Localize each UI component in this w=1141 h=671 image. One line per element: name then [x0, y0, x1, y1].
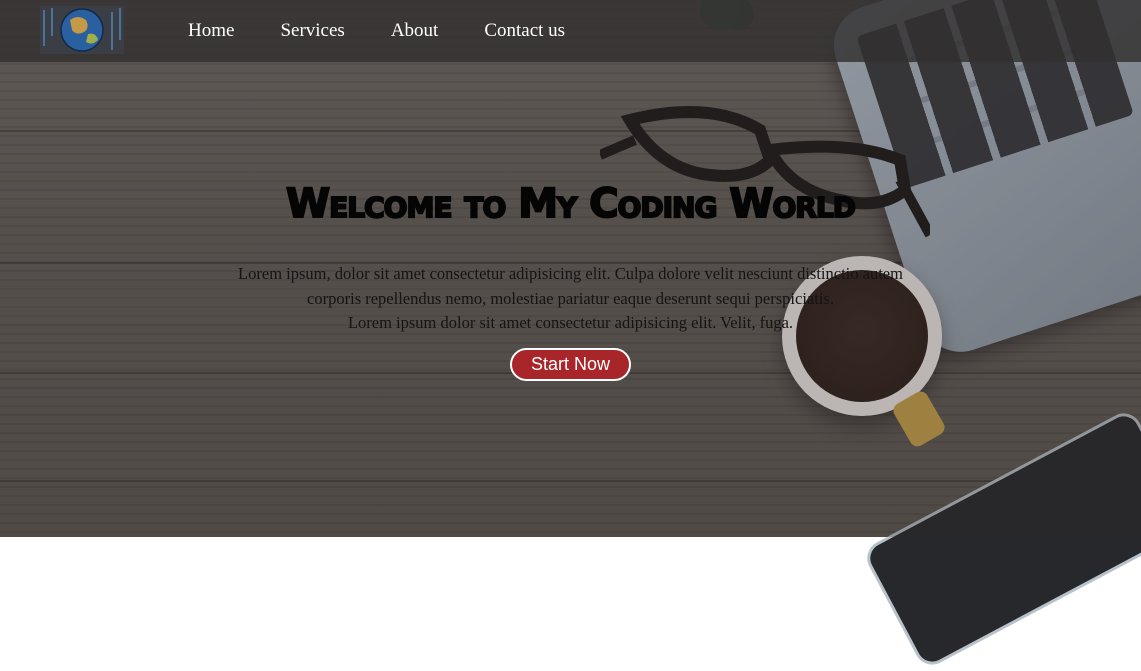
navbar: Home Services About Contact us [0, 0, 1141, 62]
hero-paragraph-line-1: Lorem ipsum, dolor sit amet consectetur … [238, 264, 903, 308]
nav-contact-link[interactable]: Contact us [484, 20, 565, 42]
nav-home-link[interactable]: Home [188, 20, 234, 42]
nav-services-link[interactable]: Services [280, 20, 344, 42]
nav-about-link[interactable]: About [391, 20, 439, 42]
start-now-button[interactable]: Start Now [509, 347, 632, 381]
nav-links: Home Services About Contact us [188, 0, 611, 62]
hero-section: Welcome to My Coding World Lorem ipsum, … [0, 170, 1141, 381]
hero-title: Welcome to My Coding World [285, 180, 857, 228]
globe-icon[interactable] [40, 6, 124, 54]
hero-paragraph: Lorem ipsum, dolor sit amet consectetur … [211, 262, 931, 336]
hero-paragraph-line-2: Lorem ipsum dolor sit amet consectetur a… [347, 313, 794, 332]
